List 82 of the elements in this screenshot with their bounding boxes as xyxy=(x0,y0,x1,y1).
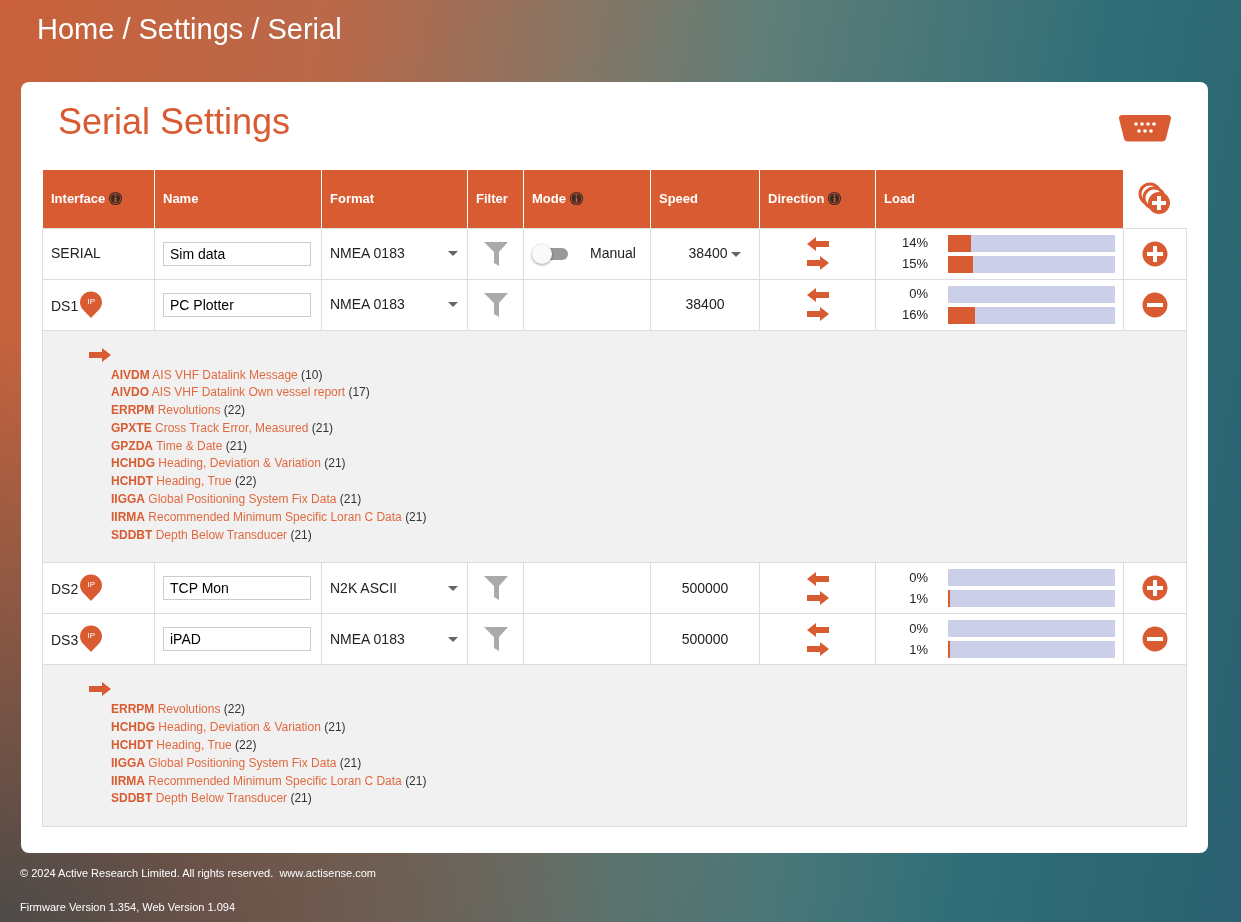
column-header: Filter xyxy=(476,191,508,206)
mode-toggle[interactable] xyxy=(532,243,568,264)
speed-value: 500000 xyxy=(681,579,729,596)
speed-value: 500000 xyxy=(681,630,729,647)
load-percent: 1% xyxy=(908,641,928,660)
message-item[interactable]: IIRMA Recommended Minimum Specific Loran C Data (21) xyxy=(111,772,1186,791)
left-arrow-icon xyxy=(805,621,830,638)
message-item[interactable]: GPXTE Cross Track Error, Measured (21) xyxy=(111,419,1186,438)
column-header: Speed xyxy=(659,191,698,206)
right-arrow-icon xyxy=(805,255,830,271)
info-icon[interactable] xyxy=(108,191,124,206)
left-arrow-icon xyxy=(805,236,830,252)
filter-icon[interactable] xyxy=(482,240,509,267)
message-item[interactable]: IIGGA Global Positioning System Fix Data (21) xyxy=(111,754,1186,773)
filter-icon[interactable] xyxy=(482,626,509,653)
column-header: Name xyxy=(163,191,199,206)
page-title: Serial Settings xyxy=(58,100,291,144)
ip-pin-badge: IP xyxy=(79,625,104,654)
breadcrumb: Home / Settings / Serial xyxy=(36,12,343,47)
caret-icon[interactable] xyxy=(448,636,458,642)
message-item[interactable]: HCHDG Heading, Deviation & Variation (21) xyxy=(111,719,1186,738)
left-arrow-icon xyxy=(805,570,830,587)
right-arrow-icon xyxy=(88,681,112,698)
website-link[interactable]: www.actisense.com xyxy=(279,867,376,879)
name-input[interactable]: TCP Mon xyxy=(163,576,311,601)
remove-icon[interactable] xyxy=(1142,291,1168,318)
name-input[interactable]: iPAD xyxy=(163,627,311,652)
column-header: Interface xyxy=(51,191,106,206)
mode-label: Manual xyxy=(590,244,636,263)
left-arrow-icon xyxy=(805,287,830,303)
speed-dropdown[interactable]: 38400 xyxy=(688,245,742,261)
caret-icon[interactable] xyxy=(448,585,458,591)
filter-icon[interactable] xyxy=(482,575,509,602)
load-percent: 14% xyxy=(900,234,928,253)
load-percent: 15% xyxy=(900,255,928,274)
ip-pin-badge: IP xyxy=(79,574,104,603)
interface-label: DS1 xyxy=(51,297,79,314)
add-multiple-icon[interactable] xyxy=(1138,181,1173,216)
column-header: Direction xyxy=(768,191,825,206)
column-header: Load xyxy=(884,191,916,206)
column-header: Format xyxy=(330,191,375,206)
name-input[interactable]: PC Plotter xyxy=(163,292,311,317)
caret-icon[interactable] xyxy=(448,302,458,307)
interface-label: DS3 xyxy=(51,632,79,649)
load-percent: 1% xyxy=(908,590,928,609)
load-percent: 0% xyxy=(908,620,928,639)
message-item[interactable]: HCHDT Heading, True (22) xyxy=(111,473,1186,492)
add-icon[interactable] xyxy=(1142,575,1168,602)
message-item[interactable]: HCHDT Heading, True (22) xyxy=(111,737,1186,755)
load-percent: 0% xyxy=(908,569,928,588)
message-item[interactable]: ERRPM Revolutions (22) xyxy=(111,402,1186,420)
message-item[interactable]: SDDBT Depth Below Transducer (21) xyxy=(111,790,1186,809)
info-icon[interactable] xyxy=(568,191,584,206)
caret-icon[interactable] xyxy=(448,251,458,256)
message-item[interactable]: IIGGA Global Positioning System Fix Data (21) xyxy=(111,491,1186,509)
interface-label: SERIAL xyxy=(51,245,101,261)
message-item[interactable]: SDDBT Depth Below Transducer (21) xyxy=(111,526,1186,545)
add-icon[interactable] xyxy=(1142,240,1168,267)
message-item[interactable]: ERRPM Revolutions (22) xyxy=(111,701,1186,720)
message-item[interactable]: AIVDO AIS VHF Datalink Own vessel report (17) xyxy=(111,384,1186,403)
name-input[interactable]: Sim data xyxy=(163,241,311,266)
interface-label: DS2 xyxy=(51,581,79,598)
message-item[interactable]: GPZDA Time & Date (21) xyxy=(111,437,1186,456)
right-arrow-icon xyxy=(88,346,112,363)
filter-icon[interactable] xyxy=(482,291,509,318)
load-percent: 16% xyxy=(900,306,928,325)
speed-value: 38400 xyxy=(685,296,725,312)
remove-icon[interactable] xyxy=(1142,626,1168,653)
load-percent: 0% xyxy=(908,285,928,304)
caret-icon[interactable] xyxy=(731,251,742,257)
right-arrow-icon xyxy=(805,640,830,657)
ip-pin-badge: IP xyxy=(79,290,104,319)
column-header: Mode xyxy=(532,191,566,206)
message-item[interactable]: HCHDG Heading, Deviation & Variation (21) xyxy=(111,455,1186,474)
info-icon[interactable] xyxy=(827,191,843,206)
right-arrow-icon xyxy=(805,306,830,322)
copyright-text: © 2024 Active Research Limited. All rights reserved. xyxy=(20,867,274,879)
right-arrow-icon xyxy=(805,589,830,606)
version-text: Firmware Version 1.354, Web Version 1.094 xyxy=(20,899,237,915)
message-item[interactable]: IIRMA Recommended Minimum Specific Loran C Data (21) xyxy=(111,508,1186,527)
serial-port-icon xyxy=(1118,114,1172,142)
message-item[interactable]: AIVDM AIS VHF Datalink Message (10) xyxy=(111,366,1186,385)
